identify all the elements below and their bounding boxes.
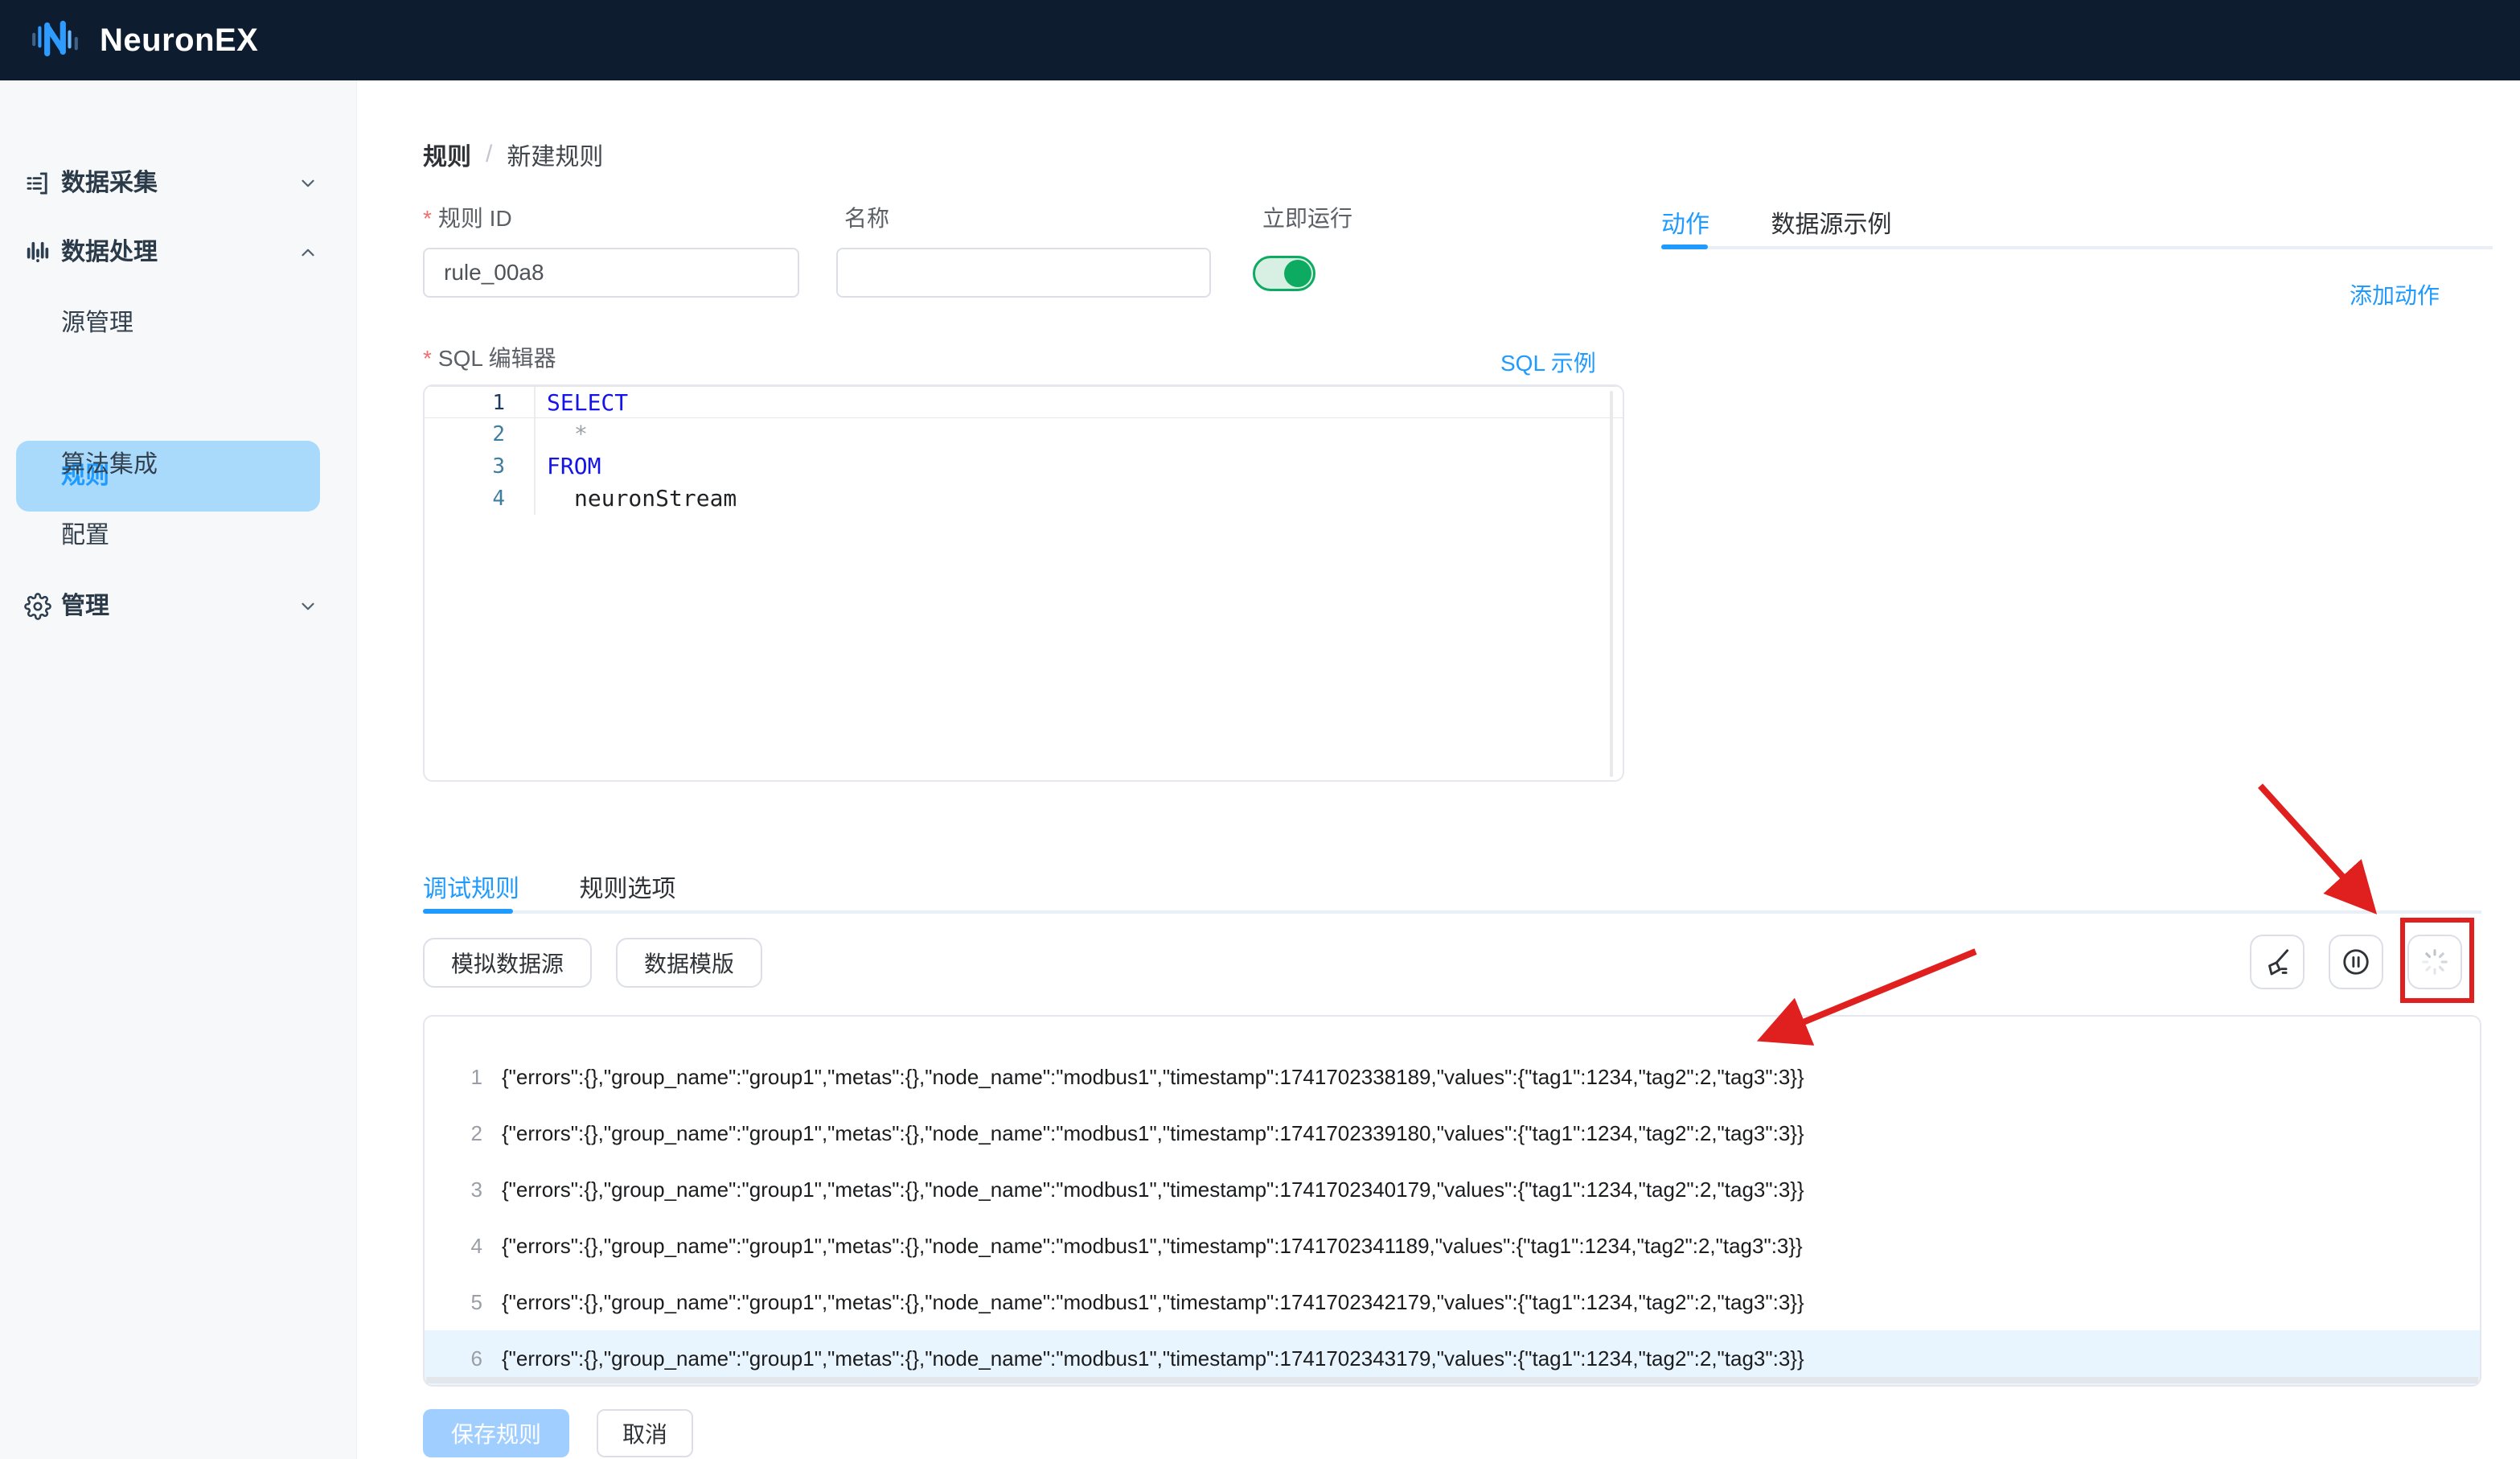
- spinner-icon: [2419, 947, 2450, 977]
- editor-scrollbar[interactable]: [1610, 391, 1613, 777]
- sidebar-item-data-processing[interactable]: 数据处理: [0, 217, 357, 288]
- sidebar-item-source-management[interactable]: 源管理: [0, 288, 357, 359]
- row-json: {"errors":{},"group_name":"group1","meta…: [502, 1065, 1804, 1090]
- tab-datasource-example[interactable]: 数据源示例: [1771, 204, 1891, 240]
- data-template-button[interactable]: 数据模版: [616, 938, 762, 988]
- line-number: 3: [425, 450, 534, 483]
- output-row[interactable]: 2 {"errors":{},"group_name":"group1","me…: [425, 1105, 2480, 1161]
- code-line: 3 FROM: [425, 450, 1623, 483]
- run-immediately-label: 立即运行: [1262, 201, 1352, 233]
- pause-icon: [2341, 947, 2371, 977]
- line-number: 2: [425, 418, 534, 450]
- row-json: {"errors":{},"group_name":"group1","meta…: [502, 1177, 1804, 1202]
- debug-panel-tabs: 调试规则 规则选项: [423, 869, 732, 904]
- output-row[interactable]: 4 {"errors":{},"group_name":"group1","me…: [425, 1218, 2480, 1274]
- code-line: 2 *: [425, 418, 1623, 450]
- output-row[interactable]: 5 {"errors":{},"group_name":"group1","me…: [425, 1274, 2480, 1330]
- breadcrumb-current: 新建规则: [507, 137, 603, 172]
- action-panel-tabs: 动作 数据源示例: [1661, 204, 1949, 240]
- simulate-datasource-button[interactable]: 模拟数据源: [423, 938, 592, 988]
- cancel-button[interactable]: 取消: [597, 1409, 693, 1457]
- chevron-up-icon: [298, 242, 318, 263]
- top-navbar: NeuronEX: [0, 0, 2520, 80]
- sidebar-item-label: 数据处理: [61, 217, 158, 288]
- name-label: 名称: [844, 201, 889, 233]
- sidebar-item-configuration[interactable]: 配置: [0, 500, 357, 571]
- rule-id-label: *规则 ID: [423, 201, 512, 233]
- clear-output-button[interactable]: [2250, 935, 2305, 989]
- name-input[interactable]: [836, 248, 1211, 298]
- sidebar-item-algorithm-integration[interactable]: 算法集成: [0, 429, 357, 500]
- code-text: SELECT: [534, 387, 1623, 417]
- annotation-arrow-to-refresh: [2260, 786, 2370, 907]
- chevron-down-icon: [298, 596, 318, 617]
- rule-id-input[interactable]: [423, 248, 799, 298]
- run-toggle[interactable]: [1253, 256, 1315, 291]
- tabs-track: [423, 910, 2481, 914]
- refresh-loading-button[interactable]: [2407, 935, 2462, 989]
- code-text: *: [534, 418, 1623, 450]
- active-tab-indicator: [1661, 245, 1708, 249]
- pause-button[interactable]: [2329, 935, 2383, 989]
- app-title: NeuronEX: [100, 23, 258, 59]
- page: NeuronEX 数据采集 数据处理: [0, 0, 2520, 1459]
- data-processing-icon: [24, 239, 51, 266]
- sql-code-editor[interactable]: 1 SELECT 2 * 3 FROM 4 neuronStream: [423, 384, 1624, 782]
- sidebar: 数据采集 数据处理 源管理 规则 算法集成 配置: [0, 80, 357, 1459]
- row-json: {"errors":{},"group_name":"group1","meta…: [502, 1234, 1803, 1259]
- sidebar-item-management[interactable]: 管理: [0, 571, 357, 642]
- toggle-knob: [1284, 260, 1311, 287]
- breadcrumb: 规则 / 新建规则: [423, 137, 603, 172]
- output-row[interactable]: 3 {"errors":{},"group_name":"group1","me…: [425, 1161, 2480, 1218]
- code-line: 1 SELECT: [425, 386, 1623, 418]
- line-number: 4: [425, 483, 534, 515]
- output-row[interactable]: 1 {"errors":{},"group_name":"group1","me…: [425, 1049, 2480, 1105]
- sidebar-item-label: 算法集成: [61, 429, 158, 500]
- row-number: 3: [425, 1177, 502, 1202]
- sidebar-item-data-collection[interactable]: 数据采集: [0, 148, 357, 219]
- add-action-link[interactable]: 添加动作: [2350, 278, 2440, 310]
- broom-icon: [2262, 947, 2292, 977]
- data-collection-icon: [24, 170, 51, 197]
- row-json: {"errors":{},"group_name":"group1","meta…: [502, 1121, 1804, 1146]
- required-mark: *: [423, 346, 432, 371]
- tab-debug-rule[interactable]: 调试规则: [423, 869, 519, 904]
- tabs-track: [1661, 246, 2493, 249]
- chevron-down-icon: [298, 173, 318, 194]
- line-number: 1: [425, 387, 534, 417]
- row-json: {"errors":{},"group_name":"group1","meta…: [502, 1346, 1804, 1371]
- sql-editor-label: *SQL 编辑器: [423, 341, 556, 373]
- row-number: 2: [425, 1121, 502, 1146]
- row-json: {"errors":{},"group_name":"group1","meta…: [502, 1290, 1804, 1315]
- active-tab-indicator: [423, 909, 513, 914]
- sidebar-item-label: 数据采集: [61, 148, 158, 219]
- required-mark: *: [423, 206, 432, 231]
- tab-rule-options[interactable]: 规则选项: [579, 869, 675, 904]
- code-text: FROM: [534, 450, 1623, 483]
- horizontal-scrollbar[interactable]: [426, 1377, 2478, 1383]
- row-number: 1: [425, 1065, 502, 1090]
- breadcrumb-separator: /: [486, 141, 492, 168]
- save-rule-button[interactable]: 保存规则: [423, 1409, 569, 1457]
- sidebar-item-label: 源管理: [61, 288, 133, 359]
- code-text: neuronStream: [534, 483, 1623, 515]
- row-number: 6: [425, 1346, 502, 1371]
- gear-icon: [24, 593, 51, 620]
- code-line: 4 neuronStream: [425, 483, 1623, 515]
- sidebar-item-label: 管理: [61, 571, 109, 642]
- debug-output-panel[interactable]: 1 {"errors":{},"group_name":"group1","me…: [423, 1015, 2481, 1387]
- sql-example-link[interactable]: SQL 示例: [1500, 346, 1596, 378]
- sidebar-item-label: 配置: [61, 500, 109, 571]
- row-number: 5: [425, 1290, 502, 1315]
- breadcrumb-rules-link[interactable]: 规则: [423, 137, 471, 172]
- row-number: 4: [425, 1234, 502, 1259]
- tab-actions[interactable]: 动作: [1661, 204, 1709, 240]
- neuronex-logo-icon: [29, 14, 82, 67]
